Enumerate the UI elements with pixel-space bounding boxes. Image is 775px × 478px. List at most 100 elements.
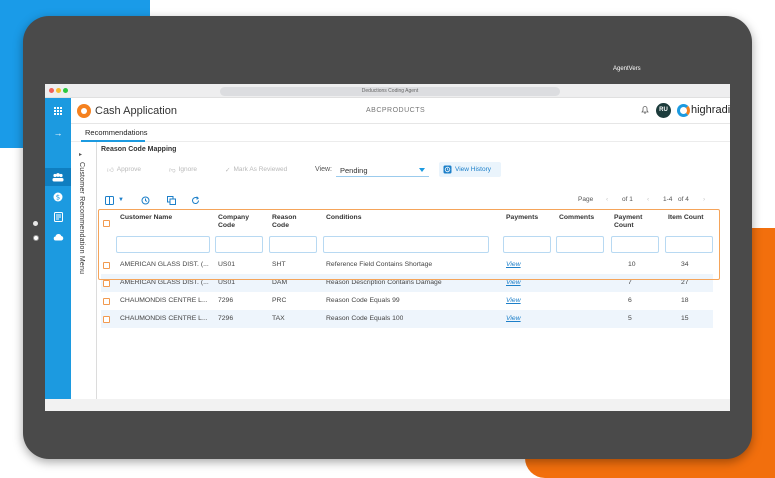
first-page-icon[interactable]: ‹ — [606, 196, 608, 203]
col-conditions[interactable]: Conditions — [326, 214, 362, 222]
apps-grid-icon[interactable] — [45, 102, 71, 120]
close-dot-icon[interactable] — [49, 88, 54, 93]
history-icon — [443, 165, 452, 174]
cell-item-count: 15 — [681, 315, 689, 322]
col-company-code[interactable]: Company Code — [218, 214, 258, 230]
approve-button[interactable]: 👍︎ Approve — [107, 163, 141, 176]
prev-page-icon[interactable]: ‹ — [647, 196, 649, 203]
arrow-right-icon[interactable]: → — [45, 124, 71, 142]
filter-payment-count[interactable] — [611, 236, 659, 253]
browser-bar: Deductions Coding Agent — [45, 84, 730, 98]
stage: AgentVers Deductions Coding Agent → $ Ca… — [0, 0, 775, 478]
filter-company-code[interactable] — [215, 236, 263, 253]
caret-down-icon — [419, 168, 425, 172]
view-payments-link[interactable]: View — [506, 261, 521, 268]
range-label: 1-4 — [663, 196, 673, 203]
side-panel-label[interactable]: Customer Recommendation Menu — [78, 162, 85, 274]
table-row[interactable]: AMERICAN GLASS DIST. (... US01 DAM Reaso… — [101, 274, 713, 292]
filter-reason-code[interactable] — [269, 236, 317, 253]
cell-company-code: 7296 — [218, 315, 234, 322]
customer-recommendation-menu: ▸ Customer Recommendation Menu — [71, 142, 97, 411]
cell-company-code: 7296 — [218, 297, 234, 304]
col-reason-code[interactable]: Reason Code — [272, 214, 302, 230]
row-checkbox[interactable] — [103, 262, 110, 269]
expand-arrow-icon[interactable]: ▸ — [79, 151, 82, 158]
col-payment-count[interactable]: Payment Count — [614, 214, 650, 230]
row-checkbox[interactable] — [103, 280, 110, 287]
col-payments[interactable]: Payments — [506, 214, 538, 222]
view-history-button[interactable]: View History — [439, 162, 501, 177]
dropdown-caret-icon[interactable]: ▼ — [115, 194, 127, 206]
view-history-label: View History — [455, 166, 492, 173]
cell-payment-count: 10 — [628, 261, 636, 268]
column-chooser-icon[interactable] — [103, 194, 115, 206]
view-select[interactable]: Pending — [336, 163, 429, 177]
cell-payment-count: 7 — [628, 279, 632, 286]
cell-conditions: Reason Description Contains Damage — [326, 279, 442, 286]
filter-comments[interactable] — [556, 236, 604, 253]
tab-recommendations[interactable]: Recommendations — [85, 128, 148, 137]
dollar-icon[interactable]: $ — [45, 188, 71, 206]
maximize-dot-icon[interactable] — [63, 88, 68, 93]
users-icon[interactable] — [45, 168, 71, 186]
filter-row — [101, 236, 713, 253]
cell-payment-count: 5 — [628, 315, 632, 322]
company-name: ABCPRODUCTS — [366, 107, 426, 114]
view-payments-link[interactable]: View — [506, 315, 521, 322]
bell-icon[interactable] — [641, 105, 649, 116]
table-row[interactable]: AMERICAN GLASS DIST. (... US01 SHT Refer… — [101, 256, 713, 274]
filter-conditions[interactable] — [323, 236, 489, 253]
check-icon: ✓ — [225, 166, 231, 174]
view-payments-link[interactable]: View — [506, 279, 521, 286]
filter-payments[interactable] — [503, 236, 551, 253]
reload-icon[interactable] — [189, 194, 201, 206]
grid-toolbar: ▼ Page ‹ of 1 ‹ 1-4 of 4 › — [101, 194, 721, 208]
refresh-history-icon[interactable] — [139, 194, 151, 206]
cell-company-code: US01 — [218, 261, 236, 268]
col-comments[interactable]: Comments — [559, 214, 594, 222]
cell-conditions: Reason Code Equals 100 — [326, 315, 404, 322]
mark-reviewed-label: Mark As Reviewed — [233, 166, 288, 173]
select-all-checkbox[interactable] — [103, 220, 110, 227]
col-customer-name[interactable]: Customer Name — [120, 214, 172, 222]
highradius-logo-icon — [677, 104, 690, 117]
app-header: Cash Application ABCPRODUCTS RU highradi… — [71, 98, 730, 124]
app-screen: Deductions Coding Agent → $ Cash Applica… — [45, 84, 730, 411]
cell-conditions: Reference Field Contains Shortage — [326, 261, 433, 268]
row-checkbox[interactable] — [103, 298, 110, 305]
table-row[interactable]: CHAUMONDIS CENTRE L... 7296 PRC Reason C… — [101, 292, 713, 310]
ignore-button[interactable]: 👎︎ Ignore — [169, 163, 197, 176]
cell-customer-name: AMERICAN GLASS DIST. (... — [120, 279, 209, 286]
cell-conditions: Reason Code Equals 99 — [326, 297, 400, 304]
col-item-count[interactable]: Item Count — [668, 214, 704, 222]
view-payments-link[interactable]: View — [506, 297, 521, 304]
url-bar[interactable]: Deductions Coding Agent — [220, 87, 560, 96]
table-row[interactable]: CHAUMONDIS CENTRE L... 7296 TAX Reason C… — [101, 310, 713, 328]
cell-item-count: 34 — [681, 261, 689, 268]
cloud-upload-icon[interactable] — [45, 228, 71, 246]
cell-reason-code: SHT — [272, 261, 286, 268]
view-label: View: — [315, 166, 332, 173]
copy-icon[interactable] — [165, 194, 177, 206]
next-page-icon[interactable]: › — [703, 196, 705, 203]
cell-reason-code: TAX — [272, 315, 285, 322]
tablet-camera-dot — [33, 221, 38, 226]
filter-item-count[interactable] — [665, 236, 713, 253]
row-checkbox[interactable] — [103, 316, 110, 323]
app-title: Cash Application — [95, 105, 177, 117]
thumbs-down-icon: 👎︎ — [169, 166, 176, 174]
cash-app-logo-icon — [77, 104, 91, 118]
tab-bar: Recommendations — [71, 124, 730, 142]
cell-company-code: US01 — [218, 279, 236, 286]
filter-customer-name[interactable] — [116, 236, 210, 253]
page-label: Page — [578, 196, 594, 203]
avatar[interactable]: RU — [656, 103, 671, 118]
minimize-dot-icon[interactable] — [56, 88, 61, 93]
screen-bottom-band — [45, 399, 730, 411]
left-rail: → $ — [45, 98, 71, 411]
mark-reviewed-button[interactable]: ✓ Mark As Reviewed — [225, 163, 287, 176]
section-title: Reason Code Mapping — [101, 146, 177, 153]
corner-text: AgentVers — [613, 66, 641, 72]
document-icon[interactable] — [45, 208, 71, 226]
cell-customer-name: CHAUMONDIS CENTRE L... — [120, 315, 208, 322]
